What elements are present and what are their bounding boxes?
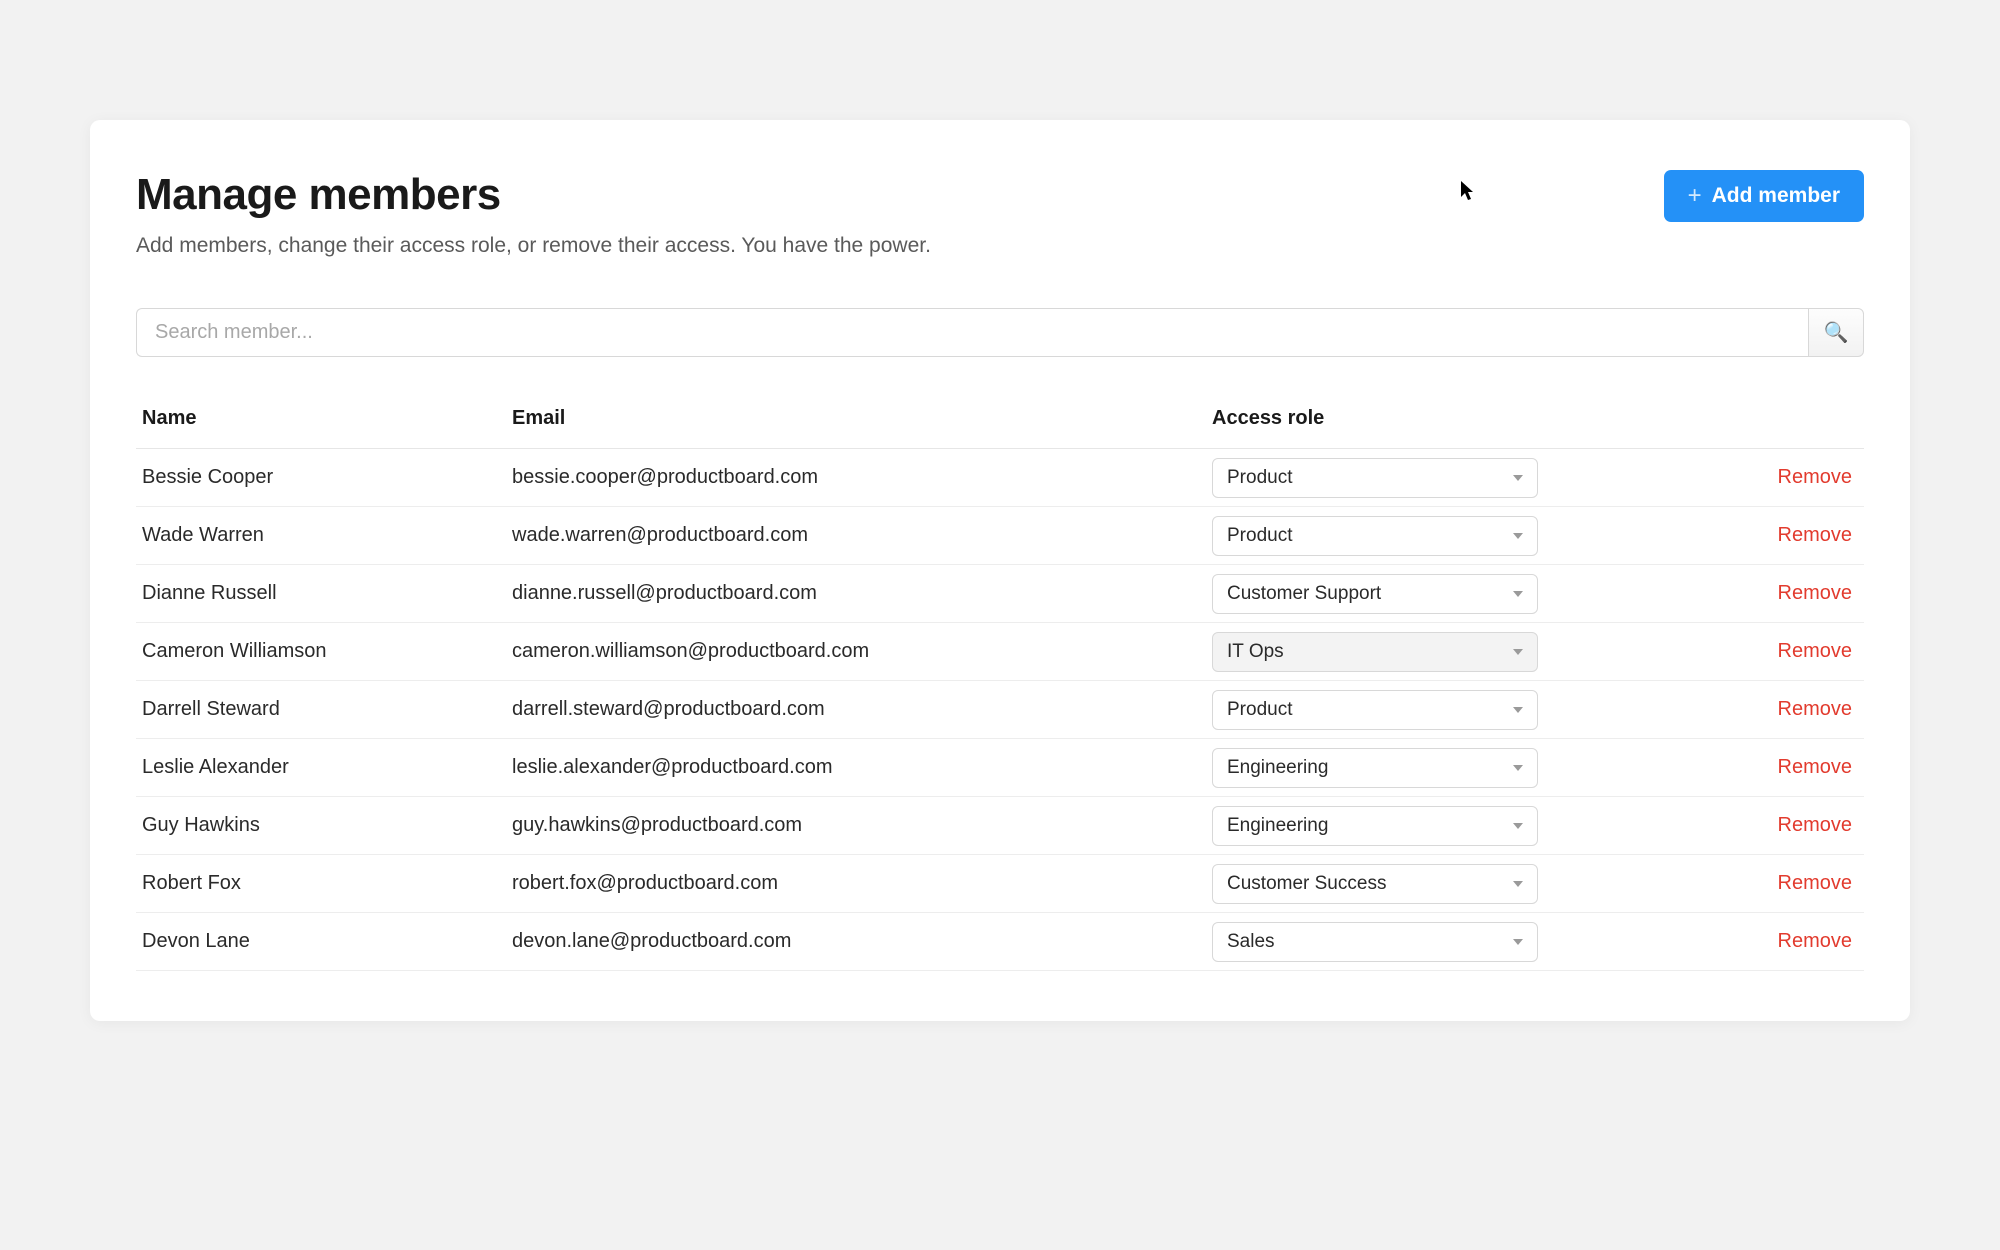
table-row: Devon Lanedevon.lane@productboard.com Sal… <box>136 913 1864 971</box>
remove-link[interactable]: Remove <box>1542 698 1858 721</box>
remove-link[interactable]: Remove <box>1542 640 1858 663</box>
table-header: Name Email Access role <box>136 407 1864 449</box>
role-select[interactable]: Engineering <box>1212 748 1538 788</box>
role-select-value: Engineering <box>1227 815 1328 837</box>
col-email: Email <box>512 407 1212 430</box>
remove-link[interactable]: Remove <box>1542 872 1858 895</box>
role-select-value: Product <box>1227 467 1292 489</box>
role-select[interactable]: IT Ops <box>1212 632 1538 672</box>
role-select-value: Sales <box>1227 931 1275 953</box>
role-select-value: IT Ops <box>1227 641 1284 663</box>
caret-down-icon <box>1513 533 1523 539</box>
table-row: Cameron Williamsoncameron.williamson@pro… <box>136 623 1864 681</box>
caret-down-icon <box>1513 475 1523 481</box>
role-select-value: Engineering <box>1227 757 1328 779</box>
search-button[interactable]: 🔍 <box>1808 308 1864 357</box>
search-input[interactable] <box>136 308 1808 357</box>
add-member-label: Add member <box>1712 184 1840 208</box>
table-row: Darrell Stewarddarrell.steward@productbo… <box>136 681 1864 739</box>
caret-down-icon <box>1513 939 1523 945</box>
header-row: Manage members Add members, change their… <box>136 170 1864 258</box>
role-select[interactable]: Customer Support <box>1212 574 1538 614</box>
table-row: Bessie Cooperbessie.cooper@productboard.… <box>136 449 1864 507</box>
search-bar: 🔍 <box>136 308 1864 357</box>
caret-down-icon <box>1513 881 1523 887</box>
member-name: Dianne Russell <box>142 582 512 605</box>
caret-down-icon <box>1513 823 1523 829</box>
page-subtitle: Add members, change their access role, o… <box>136 234 931 258</box>
plus-icon: + <box>1688 184 1702 208</box>
col-name: Name <box>142 407 512 430</box>
role-select[interactable]: Product <box>1212 690 1538 730</box>
remove-link[interactable]: Remove <box>1542 930 1858 953</box>
member-name: Devon Lane <box>142 930 512 953</box>
role-select[interactable]: Customer Success <box>1212 864 1538 904</box>
role-select[interactable]: Product <box>1212 516 1538 556</box>
role-select[interactable]: Product <box>1212 458 1538 498</box>
remove-link[interactable]: Remove <box>1542 814 1858 837</box>
table-row: Leslie Alexanderleslie.alexander@product… <box>136 739 1864 797</box>
member-name: Guy Hawkins <box>142 814 512 837</box>
table-body: Bessie Cooperbessie.cooper@productboard.… <box>136 449 1864 971</box>
role-select-value: Customer Success <box>1227 873 1386 895</box>
remove-link[interactable]: Remove <box>1542 466 1858 489</box>
member-email: dianne.russell@productboard.com <box>512 582 1212 605</box>
role-select[interactable]: Sales <box>1212 922 1538 962</box>
member-name: Leslie Alexander <box>142 756 512 779</box>
member-email: bessie.cooper@productboard.com <box>512 466 1212 489</box>
title-block: Manage members Add members, change their… <box>136 170 931 258</box>
table-row: Guy Hawkinsguy.hawkins@productboard.com E… <box>136 797 1864 855</box>
remove-link[interactable]: Remove <box>1542 524 1858 547</box>
role-select-value: Product <box>1227 525 1292 547</box>
member-email: devon.lane@productboard.com <box>512 930 1212 953</box>
remove-link[interactable]: Remove <box>1542 756 1858 779</box>
caret-down-icon <box>1513 707 1523 713</box>
member-email: robert.fox@productboard.com <box>512 872 1212 895</box>
role-select-value: Customer Support <box>1227 583 1381 605</box>
search-icon: 🔍 <box>1824 320 1849 345</box>
member-name: Wade Warren <box>142 524 512 547</box>
add-member-button[interactable]: + Add member <box>1664 170 1864 222</box>
member-email: leslie.alexander@productboard.com <box>512 756 1212 779</box>
member-email: cameron.williamson@productboard.com <box>512 640 1212 663</box>
members-card: Manage members Add members, change their… <box>90 120 1910 1021</box>
page-title: Manage members <box>136 170 931 220</box>
caret-down-icon <box>1513 591 1523 597</box>
members-table: Name Email Access role Bessie Cooperbess… <box>136 407 1864 971</box>
member-name: Cameron Williamson <box>142 640 512 663</box>
table-row: Wade Warrenwade.warren@productboard.com P… <box>136 507 1864 565</box>
role-select[interactable]: Engineering <box>1212 806 1538 846</box>
member-name: Darrell Steward <box>142 698 512 721</box>
table-row: Robert Foxrobert.fox@productboard.com Cus… <box>136 855 1864 913</box>
col-role: Access role <box>1212 407 1542 430</box>
member-email: wade.warren@productboard.com <box>512 524 1212 547</box>
caret-down-icon <box>1513 765 1523 771</box>
remove-link[interactable]: Remove <box>1542 582 1858 605</box>
caret-down-icon <box>1513 649 1523 655</box>
member-name: Robert Fox <box>142 872 512 895</box>
table-row: Dianne Russelldianne.russell@productboar… <box>136 565 1864 623</box>
role-select-value: Product <box>1227 699 1292 721</box>
member-email: guy.hawkins@productboard.com <box>512 814 1212 837</box>
member-email: darrell.steward@productboard.com <box>512 698 1212 721</box>
member-name: Bessie Cooper <box>142 466 512 489</box>
